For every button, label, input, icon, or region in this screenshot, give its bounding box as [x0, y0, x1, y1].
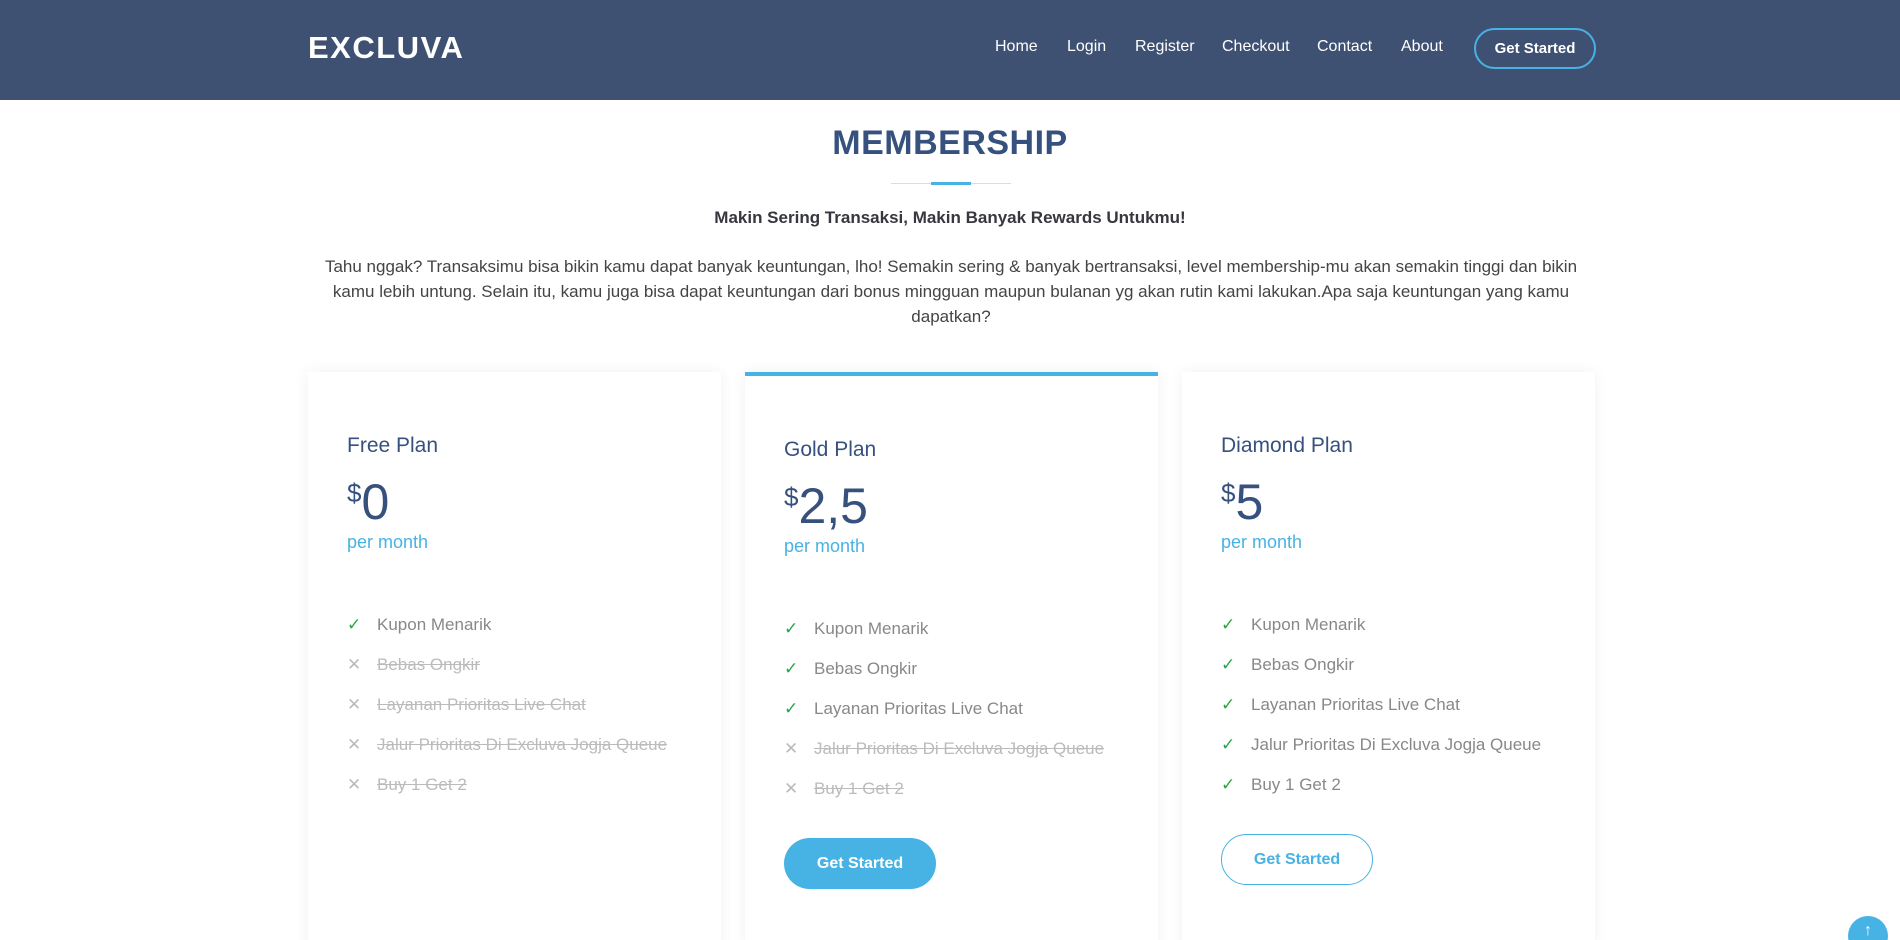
- feature-item: ✓ Jalur Prioritas Di Excluva Jogja Queue: [1221, 725, 1541, 765]
- check-icon: ✓: [1221, 695, 1236, 714]
- plan-price: $ 2,5: [784, 476, 868, 536]
- nav-home[interactable]: Home: [995, 38, 1038, 56]
- feature-item: ✕ Layanan Prioritas Live Chat: [347, 685, 667, 725]
- feature-label: Buy 1 Get 2: [377, 775, 467, 794]
- check-icon: ✓: [1221, 655, 1236, 674]
- feature-item: ✕ Jalur Prioritas Di Excluva Jogja Queue: [784, 729, 1104, 769]
- arrow-up-icon: ↑: [1864, 922, 1872, 939]
- feature-item: ✓ Kupon Menarik: [784, 609, 1104, 649]
- price-value: 5: [1235, 474, 1264, 530]
- feature-label: Jalur Prioritas Di Excluva Jogja Queue: [814, 739, 1105, 758]
- nav-register[interactable]: Register: [1135, 38, 1195, 56]
- nav-checkout[interactable]: Checkout: [1222, 38, 1290, 56]
- check-icon: ✓: [1221, 615, 1236, 634]
- price-period: per month: [784, 536, 866, 556]
- feature-label: Jalur Prioritas Di Excluva Jogja Queue: [1251, 735, 1542, 754]
- feature-label: Bebas Ongkir: [377, 655, 480, 674]
- cross-icon: ✕: [784, 779, 799, 798]
- price-period: per month: [347, 532, 429, 552]
- cross-icon: ✕: [347, 735, 362, 754]
- section-title: MEMBERSHIP: [832, 124, 1068, 162]
- feature-label: Layanan Prioritas Live Chat: [1251, 695, 1460, 714]
- plan-name: Gold Plan: [784, 438, 877, 461]
- feature-label: Buy 1 Get 2: [814, 779, 904, 798]
- price-period: per month: [1221, 532, 1303, 552]
- check-icon: ✓: [347, 615, 362, 634]
- cross-icon: ✕: [347, 695, 362, 714]
- currency-symbol: $: [784, 482, 799, 512]
- plan-name: Diamond Plan: [1221, 434, 1353, 457]
- feature-item: ✓ Layanan Prioritas Live Chat: [784, 689, 1104, 729]
- plan-price: $ 5: [1221, 472, 1263, 532]
- nav-login[interactable]: Login: [1067, 38, 1106, 56]
- feature-label: Jalur Prioritas Di Excluva Jogja Queue: [377, 735, 668, 754]
- site-header: EXCLUVA Home Login Register Checkout Con…: [0, 0, 1900, 100]
- feature-item: ✓ Layanan Prioritas Live Chat: [1221, 685, 1541, 725]
- feature-item: ✕ Buy 1 Get 2: [347, 765, 667, 805]
- nav-contact[interactable]: Contact: [1317, 38, 1372, 56]
- pricing-card-diamond: Diamond Plan $ 5 per month ✓ Kupon Menari…: [1182, 372, 1595, 940]
- nav-about[interactable]: About: [1401, 38, 1443, 56]
- pricing-card-free: Free Plan $ 0 per month ✓ Kupon Menarik ✕…: [308, 372, 721, 940]
- price-value: 0: [361, 474, 390, 530]
- get-started-gold-button[interactable]: Get Started: [784, 838, 936, 889]
- feature-item: ✓ Bebas Ongkir: [1221, 645, 1541, 685]
- cross-icon: ✕: [347, 775, 362, 794]
- feature-item: ✕ Bebas Ongkir: [347, 645, 667, 685]
- currency-symbol: $: [1221, 478, 1236, 508]
- currency-symbol: $: [347, 478, 362, 508]
- price-value: 2,5: [798, 478, 868, 534]
- section-subtitle: Makin Sering Transaksi, Makin Banyak Rew…: [714, 208, 1186, 227]
- feature-label: Buy 1 Get 2: [1251, 775, 1341, 794]
- check-icon: ✓: [784, 619, 799, 638]
- section-description: Tahu nggak? Transaksimu bisa bikin kamu …: [324, 257, 1578, 326]
- feature-list: ✓ Kupon Menarik ✓ Bebas Ongkir ✓ Layanan Pr…: [1221, 605, 1541, 805]
- get-started-nav-button[interactable]: Get Started: [1474, 28, 1596, 69]
- back-to-top-button[interactable]: ↑: [1848, 916, 1888, 940]
- feature-list: ✓ Kupon Menarik ✓ Bebas Ongkir ✓ Layanan Pr…: [784, 609, 1104, 809]
- plan-name: Free Plan: [347, 434, 439, 457]
- feature-item: ✓ Kupon Menarik: [1221, 605, 1541, 645]
- feature-item: ✓ Buy 1 Get 2: [1221, 765, 1541, 805]
- feature-label: Kupon Menarik: [1251, 615, 1366, 634]
- feature-label: Kupon Menarik: [814, 619, 929, 638]
- plan-price: $ 0: [347, 472, 389, 532]
- feature-item: ✕ Jalur Prioritas Di Excluva Jogja Queue: [347, 725, 667, 765]
- check-icon: ✓: [1221, 775, 1236, 794]
- cross-icon: ✕: [347, 655, 362, 674]
- check-icon: ✓: [1221, 735, 1236, 754]
- feature-item: ✓ Bebas Ongkir: [784, 649, 1104, 689]
- check-icon: ✓: [784, 699, 799, 718]
- logo[interactable]: EXCLUVA: [308, 30, 464, 66]
- pricing-card-gold: Gold Plan $ 2,5 per month ✓ Kupon Menarik…: [745, 372, 1158, 940]
- get-started-diamond-button[interactable]: Get Started: [1221, 834, 1373, 885]
- title-accent-bar: [931, 182, 971, 185]
- feature-label: Layanan Prioritas Live Chat: [377, 695, 586, 714]
- feature-label: Kupon Menarik: [377, 615, 492, 634]
- check-icon: ✓: [784, 659, 799, 678]
- feature-label: Bebas Ongkir: [1251, 655, 1354, 674]
- feature-item: ✕ Buy 1 Get 2: [784, 769, 1104, 809]
- cross-icon: ✕: [784, 739, 799, 758]
- feature-label: Bebas Ongkir: [814, 659, 917, 678]
- feature-item: ✓ Kupon Menarik: [347, 605, 667, 645]
- feature-list: ✓ Kupon Menarik ✕ Bebas Ongkir ✕ Layanan Pr…: [347, 605, 667, 805]
- feature-label: Layanan Prioritas Live Chat: [814, 699, 1023, 718]
